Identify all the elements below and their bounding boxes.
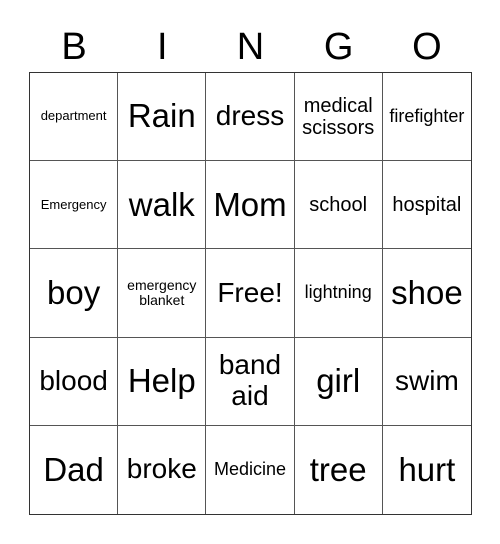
bingo-cell[interactable]: Dad [30,425,119,514]
bingo-cell[interactable]: girl [294,337,383,426]
bingo-grid: department Rain dress medical scissors f… [29,72,472,515]
bingo-cell[interactable]: shoe [382,249,471,338]
bingo-cell[interactable]: Help [118,337,207,426]
bingo-cell[interactable]: hospital [382,161,471,250]
bingo-cell[interactable]: blood [30,337,119,426]
header-letter-b: B [61,26,87,68]
bingo-cell[interactable]: swim [382,338,471,426]
bingo-cell[interactable]: Mom [206,161,295,250]
bingo-header: B I N G O [30,22,471,72]
bingo-cell[interactable]: department [30,73,119,162]
bingo-cell[interactable]: Rain [118,73,207,162]
bingo-cell[interactable]: school [294,161,383,250]
bingo-cell[interactable]: Medicine [206,425,295,514]
bingo-cell[interactable]: medical scissors [294,73,383,162]
bingo-cell[interactable]: lightning [294,249,383,338]
bingo-cell[interactable]: emergency blanket [118,249,207,338]
bingo-cell[interactable]: walk [118,161,207,250]
header-letter-o: O [412,26,442,68]
bingo-cell[interactable]: boy [30,249,119,338]
bingo-cell[interactable]: hurt [383,426,471,514]
header-letter-g: G [323,26,354,68]
header-letter-i: I [157,26,168,68]
bingo-cell[interactable]: dress [206,73,295,162]
bingo-cell[interactable]: Emergency [30,161,119,250]
bingo-cell[interactable]: broke [118,425,207,514]
bingo-cell[interactable]: firefighter [382,73,471,162]
bingo-cell[interactable]: band aid [206,337,295,426]
free-space-cell[interactable]: Free! [206,249,295,338]
header-letter-n: N [236,26,265,68]
bingo-cell[interactable]: tree [295,425,383,514]
